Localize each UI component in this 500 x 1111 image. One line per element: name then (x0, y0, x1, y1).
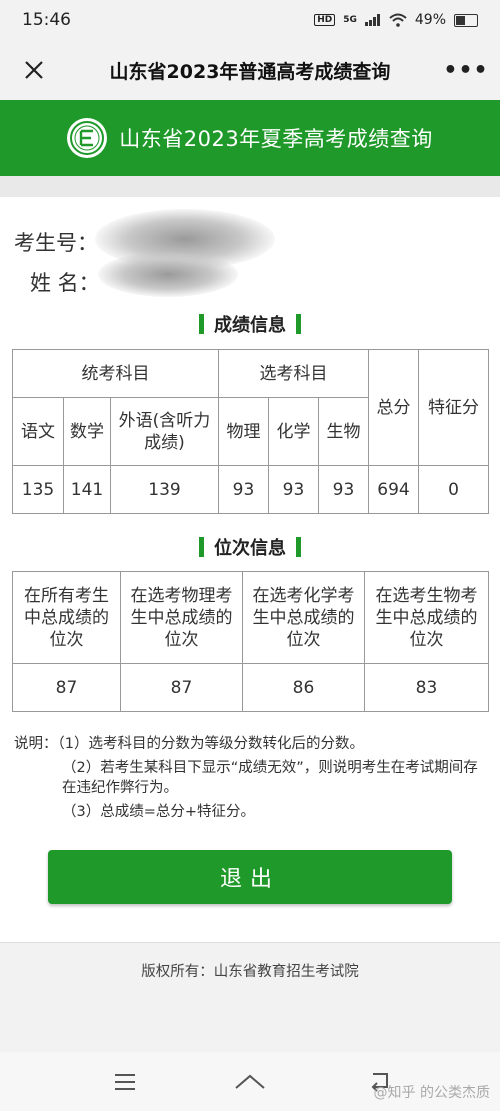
subject-header: 外语(含听力成绩) (110, 397, 219, 466)
status-icons: HD 5G 49% (314, 12, 478, 28)
note-line: （2）若考生某科目下显示“成绩无效”，则说明考生在考试期间存在违纪作弊行为。 (62, 760, 478, 796)
signal-icon: 5G (343, 15, 357, 25)
more-menu-button[interactable]: ••• (443, 50, 487, 90)
footer-divider (0, 942, 500, 943)
candidate-id-label: 考生号： (14, 231, 98, 255)
home-icon (235, 1074, 265, 1089)
exit-button[interactable]: 退出 (48, 850, 452, 904)
section-marker-left (199, 537, 204, 557)
rank-section-title: 位次信息 (0, 534, 500, 560)
rank-header: 在所有考生中总成绩的位次 (12, 571, 121, 664)
recent-apps-button[interactable] (105, 1064, 145, 1100)
candidate-name-row: 姓 名： (30, 267, 100, 297)
section-marker-right (296, 537, 301, 557)
result-card: 考生号： 姓 名： 成绩信息 统考科目 选考科目 总分 特征分 语文 数学 外语… (0, 197, 500, 942)
rank-section-title-text: 位次信息 (214, 538, 286, 559)
close-button[interactable] (14, 50, 54, 90)
rank-header: 在选考物理考生中总成绩的位次 (120, 571, 243, 664)
status-bar: 15:46 HD 5G 49% (0, 0, 500, 40)
notes-block: 说明：（1）选考科目的分数为等级分数转化后的分数。 （2）若考生某科目下显示“成… (14, 734, 489, 826)
score-cell: 93 (268, 465, 319, 514)
subject-header: 数学 (63, 397, 111, 466)
banner-title: 山东省2023年夏季高考成绩查询 (119, 127, 433, 151)
close-icon (25, 61, 43, 79)
battery-percent: 49% (414, 12, 446, 28)
banner-divider (0, 176, 500, 197)
rank-cell: 86 (242, 663, 365, 712)
menu-icon (115, 1074, 135, 1090)
score-cell: 135 (12, 465, 64, 514)
note-line: （3）总成绩=总分+特征分。 (62, 804, 256, 820)
elective-subjects-header: 选考科目 (218, 349, 369, 398)
signal-bars-icon (364, 14, 380, 26)
section-marker-left (199, 314, 204, 334)
wifi-icon (389, 13, 407, 27)
subject-header: 物理 (218, 397, 269, 466)
exam-authority-logo-icon (67, 118, 108, 158)
rank-cell: 87 (120, 663, 243, 712)
note-text: （1）选考科目的分数为等级分数转化后的分数。 (57, 736, 364, 752)
unified-subjects-header: 统考科目 (12, 349, 219, 398)
total-header: 总分 (368, 349, 419, 466)
copyright-footer: 版权所有：山东省教育招生考试院 (141, 964, 359, 980)
nav-bar: 山东省2023年普通高考成绩查询 ••• (0, 40, 500, 100)
candidate-id-row: 考生号： (14, 227, 98, 257)
candidate-name-label: 姓 名： (30, 271, 100, 295)
score-cell: 93 (218, 465, 269, 514)
rank-header: 在选考化学考生中总成绩的位次 (242, 571, 365, 664)
battery-fill (456, 15, 465, 25)
rank-header: 在选考生物考生中总成绩的位次 (364, 571, 489, 664)
section-marker-right (296, 314, 301, 334)
total-score-cell: 694 (368, 465, 419, 514)
home-button[interactable] (230, 1064, 270, 1100)
rank-cell: 87 (12, 663, 121, 712)
score-cell: 93 (318, 465, 369, 514)
subject-header: 化学 (268, 397, 319, 466)
score-section-title-text: 成绩信息 (214, 315, 286, 336)
bonus-score-cell: 0 (418, 465, 489, 514)
subject-header: 生物 (318, 397, 369, 466)
redacted-candidate-name (98, 252, 238, 297)
bonus-header: 特征分 (418, 349, 489, 466)
score-cell: 139 (110, 465, 219, 514)
hd-icon: HD (314, 14, 336, 26)
note-line: 说明：（1）选考科目的分数为等级分数转化后的分数。 (14, 734, 489, 754)
banner: 山东省2023年夏季高考成绩查询 (0, 100, 500, 176)
battery-icon (454, 13, 478, 27)
watermark-text: @知乎 的公类杰质 (373, 1085, 490, 1101)
score-cell: 141 (63, 465, 111, 514)
rank-table: 在所有考生中总成绩的位次 在选考物理考生中总成绩的位次 在选考化学考生中总成绩的… (12, 571, 489, 712)
score-table: 统考科目 选考科目 总分 特征分 语文 数学 外语(含听力成绩) 物理 化学 生… (12, 349, 489, 514)
notes-label: 说明： (14, 736, 58, 752)
status-time: 15:46 (22, 10, 71, 30)
rank-cell: 83 (364, 663, 489, 712)
page-title: 山东省2023年普通高考成绩查询 (109, 60, 391, 83)
score-section-title: 成绩信息 (0, 311, 500, 337)
subject-header: 语文 (12, 397, 64, 466)
